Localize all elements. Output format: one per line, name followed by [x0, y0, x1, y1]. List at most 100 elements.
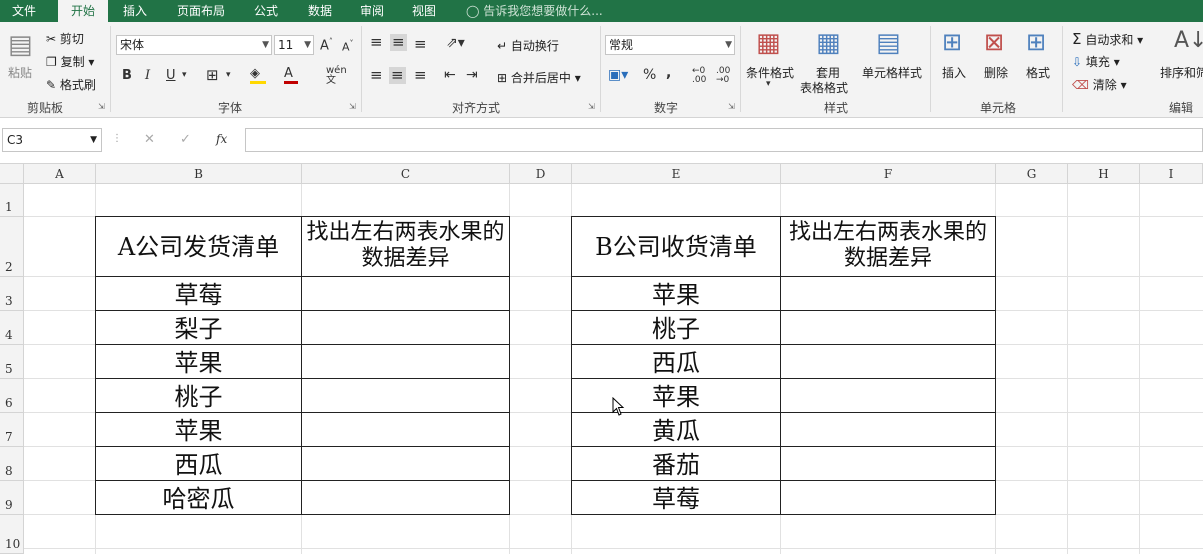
font-size-select[interactable]: 11 ▼: [274, 35, 314, 55]
cut-button[interactable]: ✂ 剪切: [46, 30, 84, 47]
delete-cells-button[interactable]: 删除: [984, 64, 1008, 81]
table-b-item[interactable]: 苹果: [571, 276, 781, 311]
row-header-9[interactable]: 9: [0, 481, 24, 515]
font-launcher-icon[interactable]: ⇲: [349, 102, 356, 111]
table-b-result-cell[interactable]: [780, 446, 996, 481]
cancel-icon[interactable]: ✕: [144, 133, 155, 146]
table-a-note[interactable]: 找出左右两表水果的数据差异: [301, 216, 510, 277]
column-header-c[interactable]: C: [302, 164, 510, 184]
cell-styles-button[interactable]: 单元格样式: [862, 64, 922, 81]
row-header-8[interactable]: 8: [0, 447, 24, 481]
borders-icon[interactable]: ⊞: [206, 68, 219, 83]
column-header-e[interactable]: E: [572, 164, 781, 184]
table-b-item[interactable]: 黄瓜: [571, 412, 781, 447]
align-center-icon[interactable]: ≡: [389, 67, 406, 84]
tab-file[interactable]: 文件: [0, 0, 48, 22]
font-color-icon[interactable]: A: [284, 67, 298, 84]
row-header-6[interactable]: 6: [0, 379, 24, 413]
phonetic-icon[interactable]: wén 文: [326, 66, 347, 86]
align-middle-icon[interactable]: ≡: [390, 34, 407, 51]
align-right-icon[interactable]: ≡: [414, 68, 427, 83]
table-b-item[interactable]: 桃子: [571, 310, 781, 345]
table-a-result-cell[interactable]: [301, 344, 510, 379]
enter-icon[interactable]: ✓: [180, 133, 191, 146]
table-format-icon[interactable]: ▦: [816, 30, 841, 56]
table-a-item[interactable]: 梨子: [95, 310, 302, 345]
percent-button[interactable]: %: [643, 68, 656, 82]
table-a-result-cell[interactable]: [301, 480, 510, 515]
number-format-select[interactable]: 常规 ▼: [605, 35, 735, 55]
format-cells-button[interactable]: 格式: [1026, 64, 1050, 81]
table-a-item[interactable]: 桃子: [95, 378, 302, 413]
row-header-3[interactable]: 3: [0, 277, 24, 311]
table-b-item[interactable]: 苹果: [571, 378, 781, 413]
table-a-result-cell[interactable]: [301, 378, 510, 413]
paste-icon[interactable]: ▤: [8, 32, 33, 58]
tab-view[interactable]: 视图: [402, 0, 446, 22]
autosum-button[interactable]: Σ 自动求和 ▾: [1072, 30, 1143, 48]
cell-styles-icon[interactable]: ▤: [876, 30, 901, 56]
comma-button[interactable]: ,: [666, 66, 671, 80]
table-b-item[interactable]: 草莓: [571, 480, 781, 515]
row-header-5[interactable]: 5: [0, 345, 24, 379]
insert-cells-button[interactable]: 插入: [942, 64, 966, 81]
table-b-result-cell[interactable]: [780, 344, 996, 379]
orientation-icon[interactable]: ⇗▾: [446, 36, 465, 50]
column-header-f[interactable]: F: [781, 164, 996, 184]
wrap-text-button[interactable]: ↵ 自动换行: [497, 37, 559, 54]
column-header-b[interactable]: B: [96, 164, 302, 184]
formula-input[interactable]: [245, 128, 1203, 152]
column-header-a[interactable]: A: [24, 164, 96, 184]
table-b-item[interactable]: 西瓜: [571, 344, 781, 379]
increase-font-icon[interactable]: A˄: [320, 38, 333, 53]
italic-button[interactable]: I: [145, 69, 150, 82]
table-a-result-cell[interactable]: [301, 446, 510, 481]
table-a-item[interactable]: 哈密瓜: [95, 480, 302, 515]
align-bottom-icon[interactable]: ≡: [414, 37, 427, 52]
row-header-4[interactable]: 4: [0, 311, 24, 345]
chevron-down-icon[interactable]: ▾: [226, 71, 231, 80]
table-b-result-cell[interactable]: [780, 276, 996, 311]
conditional-format-icon[interactable]: ▦: [756, 30, 781, 56]
increase-decimal-icon[interactable]: ←0.00: [692, 67, 706, 85]
tab-data[interactable]: 数据: [298, 0, 342, 22]
bold-button[interactable]: B: [122, 69, 132, 82]
insert-cells-icon[interactable]: ⊞: [942, 30, 962, 54]
table-a-item[interactable]: 西瓜: [95, 446, 302, 481]
merge-center-button[interactable]: ⊞ 合并后居中 ▾: [497, 69, 581, 86]
align-left-icon[interactable]: ≡: [370, 68, 383, 83]
insert-function-icon[interactable]: fx: [216, 133, 227, 145]
chevron-down-icon[interactable]: ▾: [182, 71, 187, 80]
column-header-i[interactable]: I: [1140, 164, 1203, 184]
table-a-result-cell[interactable]: [301, 276, 510, 311]
table-a-item[interactable]: 苹果: [95, 412, 302, 447]
decrease-decimal-icon[interactable]: .00 →0: [716, 67, 730, 85]
paste-button[interactable]: 粘贴: [8, 64, 32, 81]
row-header-7[interactable]: 7: [0, 413, 24, 447]
table-b-result-cell[interactable]: [780, 378, 996, 413]
table-a-header[interactable]: A公司发货清单: [95, 216, 302, 277]
sort-filter-icon[interactable]: A↓: [1174, 30, 1203, 52]
table-b-result-cell[interactable]: [780, 480, 996, 515]
decrease-font-icon[interactable]: A˅: [342, 40, 354, 53]
column-header-h[interactable]: H: [1068, 164, 1140, 184]
tell-me-box[interactable]: ◯ 告诉我您想要做什么...: [466, 0, 603, 22]
row-header-2[interactable]: 2: [0, 217, 24, 277]
fill-color-icon[interactable]: ◈: [250, 67, 266, 84]
underline-button[interactable]: U: [166, 69, 176, 82]
column-header-d[interactable]: D: [510, 164, 572, 184]
row-header-1[interactable]: 1: [0, 184, 24, 217]
tab-page-layout[interactable]: 页面布局: [168, 0, 234, 22]
copy-button[interactable]: ❐ 复制 ▾: [46, 53, 94, 70]
increase-indent-icon[interactable]: ⇥: [466, 68, 478, 82]
fill-button[interactable]: ⇩ 填充 ▾: [1072, 53, 1120, 70]
format-cells-icon[interactable]: ⊞: [1026, 30, 1046, 54]
delete-cells-icon[interactable]: ⊠: [984, 30, 1004, 54]
tab-review[interactable]: 审阅: [350, 0, 394, 22]
row-header-10[interactable]: 10: [0, 515, 24, 554]
column-header-g[interactable]: G: [996, 164, 1068, 184]
chevron-down-icon[interactable]: ▾: [766, 80, 771, 89]
align-top-icon[interactable]: ≡: [370, 35, 383, 50]
alignment-launcher-icon[interactable]: ⇲: [588, 102, 595, 111]
table-b-header[interactable]: B公司收货清单: [571, 216, 781, 277]
